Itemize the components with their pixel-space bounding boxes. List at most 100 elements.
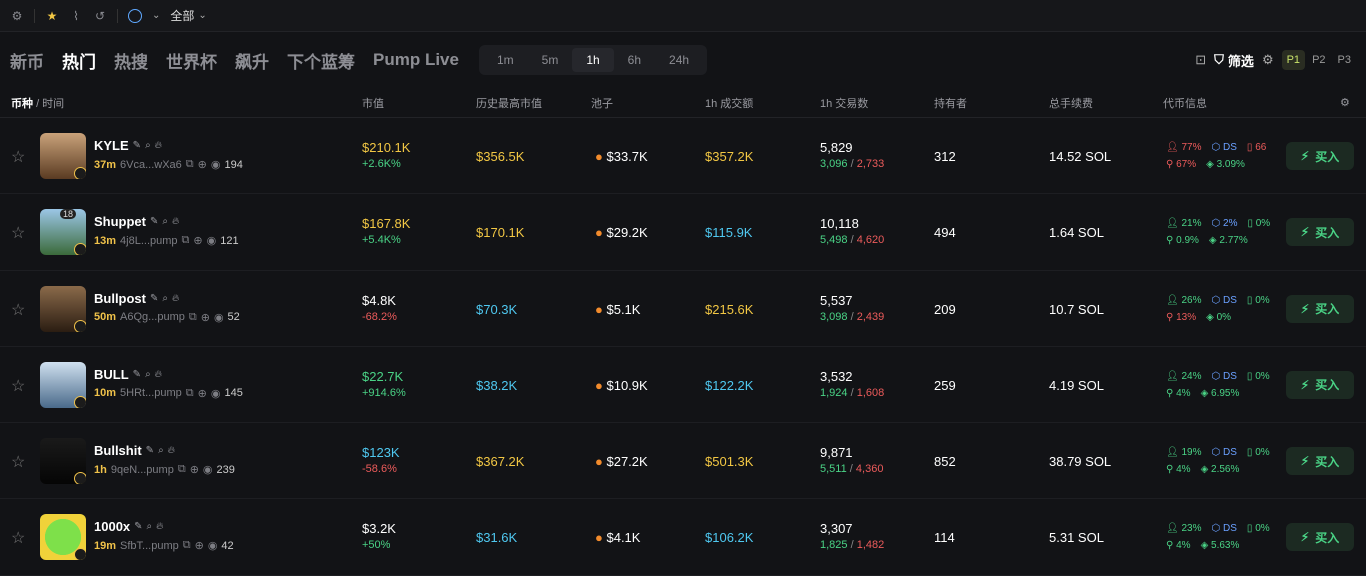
- table-row[interactable]: ☆ 18 Shuppet ✎ ⌕ 🔥︎ 13m 4j8L...pump ⧉ ⊕ …: [0, 194, 1366, 271]
- edit-icon[interactable]: ✎: [133, 369, 141, 380]
- copy-icon[interactable]: ⧉: [189, 311, 197, 324]
- table-row[interactable]: ☆ 1000x ✎ ⌕ 🔥︎ 19m SfbT...pump ⧉ ⊕ ◉ 42 …: [0, 499, 1366, 576]
- timeframe-1[interactable]: 5m: [528, 48, 573, 72]
- tab-2[interactable]: 热搜: [114, 48, 148, 73]
- token-name[interactable]: Shuppet: [94, 214, 146, 229]
- header-ath[interactable]: 历史最高市值: [476, 95, 542, 111]
- sniper-value: 67%: [1176, 159, 1197, 170]
- table-row[interactable]: ☆ BULL ✎ ⌕ 🔥︎ 10m 5HRt...pump ⧉ ⊕ ◉ 145 …: [0, 347, 1366, 424]
- search-icon[interactable]: ⌕: [162, 216, 168, 227]
- header-vol[interactable]: 1h 成交额: [705, 95, 753, 111]
- page-button-1[interactable]: P2: [1307, 50, 1330, 70]
- tab-5[interactable]: 下个蓝筹: [287, 48, 355, 73]
- header-txns[interactable]: 1h 交易数: [820, 95, 868, 111]
- header-mcap[interactable]: 市值: [362, 95, 384, 111]
- favorite-star-icon[interactable]: ☆: [11, 452, 25, 472]
- globe-icon[interactable]: ⊕: [190, 463, 199, 476]
- favorite-star-icon[interactable]: ☆: [11, 528, 25, 548]
- token-avatar[interactable]: [40, 285, 86, 332]
- token-name[interactable]: Bullshit: [94, 443, 142, 458]
- token-address[interactable]: 5HRt...pump: [120, 387, 182, 399]
- timeframe-2[interactable]: 1h: [572, 48, 614, 72]
- token-address[interactable]: 6Vca...wXa6: [120, 159, 182, 171]
- token-avatar[interactable]: 18: [40, 209, 86, 256]
- table-row[interactable]: ☆ KYLE ✎ ⌕ 🔥︎ 37m 6Vca...wXa6 ⧉ ⊕ ◉ 194 …: [0, 118, 1366, 195]
- tab-0[interactable]: 新币: [10, 48, 44, 73]
- table-row[interactable]: ☆ Bullpost ✎ ⌕ 🔥︎ 50m A6Qg...pump ⧉ ⊕ ◉ …: [0, 271, 1366, 347]
- bookmark-icon[interactable]: ⊡: [1195, 52, 1206, 68]
- globe-icon[interactable]: ⊕: [198, 158, 207, 171]
- buy-button[interactable]: ⚡︎ 买入: [1286, 370, 1354, 399]
- edit-icon[interactable]: ✎: [150, 293, 158, 304]
- header-pool[interactable]: 池子: [591, 95, 613, 111]
- search-icon[interactable]: ⌕: [158, 445, 164, 456]
- token-avatar[interactable]: [40, 514, 86, 561]
- header-coin[interactable]: 币种 / 时间: [11, 95, 64, 111]
- buy-button[interactable]: ⚡︎ 买入: [1286, 523, 1354, 552]
- edit-icon[interactable]: ✎: [134, 521, 142, 532]
- buy-button[interactable]: ⚡︎ 买入: [1286, 218, 1354, 247]
- solana-icon[interactable]: [128, 8, 142, 23]
- chain-select[interactable]: 全部 ⌄: [170, 7, 206, 24]
- search-icon[interactable]: ⌕: [162, 293, 168, 304]
- tab-1[interactable]: 热门: [62, 48, 96, 73]
- sells-count: 1,608: [856, 386, 885, 399]
- favorite-star-icon[interactable]: ☆: [11, 223, 25, 243]
- token-address[interactable]: 9qeN...pump: [111, 464, 174, 476]
- header-coin-label: 币种: [11, 97, 33, 110]
- buy-button[interactable]: ⚡︎ 买入: [1286, 294, 1354, 323]
- header-holders[interactable]: 持有者: [934, 95, 967, 111]
- header-fees[interactable]: 总手续费: [1049, 95, 1093, 111]
- timeframe-3[interactable]: 6h: [614, 48, 655, 72]
- token-name[interactable]: Bullpost: [94, 291, 146, 306]
- star-icon[interactable]: ★: [45, 9, 59, 23]
- tab-6[interactable]: Pump Live: [373, 50, 459, 70]
- tab-4[interactable]: 飙升: [235, 48, 269, 73]
- globe-icon[interactable]: ⊕: [193, 234, 202, 247]
- copy-icon[interactable]: ⧉: [186, 158, 194, 171]
- globe-icon[interactable]: ⊕: [198, 387, 207, 400]
- search-icon[interactable]: ⌕: [145, 140, 151, 151]
- page-button-0[interactable]: P1: [1281, 50, 1306, 70]
- favorite-star-icon[interactable]: ☆: [11, 147, 25, 167]
- token-name[interactable]: KYLE: [94, 138, 129, 153]
- table-row[interactable]: ☆ Bullshit ✎ ⌕ 🔥︎ 1h 9qeN...pump ⧉ ⊕ ◉ 2…: [0, 423, 1366, 500]
- favorite-star-icon[interactable]: ☆: [11, 376, 25, 396]
- timeframe-0[interactable]: 1m: [483, 48, 528, 72]
- top10-holders-pct: 👤︎ 19%: [1166, 447, 1202, 459]
- copy-icon[interactable]: ⧉: [186, 387, 194, 400]
- token-avatar[interactable]: [40, 361, 86, 408]
- token-address[interactable]: A6Qg...pump: [120, 311, 185, 323]
- dev-value: 2.77%: [1219, 235, 1248, 247]
- tab-3[interactable]: 世界杯: [166, 48, 217, 73]
- search-icon[interactable]: ⌕: [145, 369, 151, 380]
- token-name[interactable]: 1000x: [94, 519, 130, 534]
- settings-icon[interactable]: ⚙: [1262, 52, 1274, 68]
- chart-icon[interactable]: ⌇: [69, 9, 83, 23]
- token-name[interactable]: BULL: [94, 367, 129, 382]
- globe-icon[interactable]: ⊕: [195, 539, 204, 552]
- token-avatar[interactable]: [40, 438, 86, 485]
- token-avatar[interactable]: [40, 133, 86, 179]
- search-icon[interactable]: ⌕: [147, 521, 153, 532]
- buy-button[interactable]: ⚡︎ 买入: [1286, 142, 1354, 170]
- favorite-star-icon[interactable]: ☆: [11, 300, 25, 320]
- chevron-down-icon[interactable]: ⌄: [152, 10, 160, 21]
- gear-icon[interactable]: ⚙: [10, 9, 24, 23]
- copy-icon[interactable]: ⧉: [183, 539, 191, 552]
- edit-icon[interactable]: ✎: [133, 140, 141, 151]
- timeframe-4[interactable]: 24h: [655, 48, 703, 72]
- token-address[interactable]: 4j8L...pump: [120, 235, 177, 247]
- buy-button[interactable]: ⚡︎ 买入: [1286, 447, 1354, 476]
- page-button-2[interactable]: P3: [1333, 50, 1356, 70]
- token-address[interactable]: SfbT...pump: [120, 540, 179, 552]
- edit-icon[interactable]: ✎: [146, 445, 154, 456]
- history-icon[interactable]: ↺: [93, 9, 107, 23]
- column-settings-icon[interactable]: ⚙: [1340, 96, 1350, 109]
- copy-icon[interactable]: ⧉: [178, 463, 186, 476]
- globe-icon[interactable]: ⊕: [201, 311, 210, 324]
- edit-icon[interactable]: ✎: [150, 216, 158, 227]
- filter-button[interactable]: ⛉ 筛选: [1214, 51, 1254, 70]
- view-count: 42: [221, 539, 234, 552]
- copy-icon[interactable]: ⧉: [182, 234, 190, 247]
